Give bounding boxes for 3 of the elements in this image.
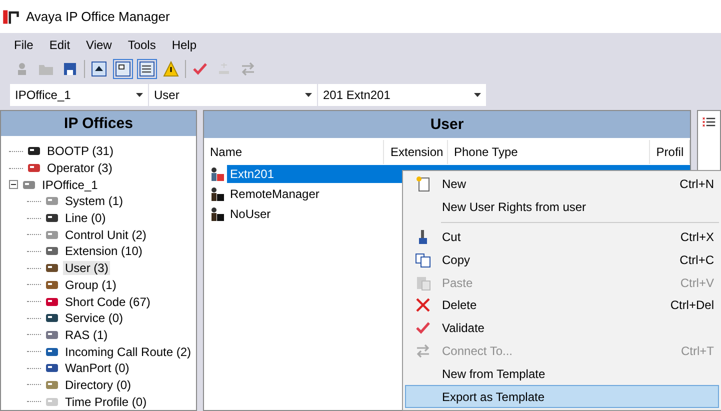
panel-title: IP Offices xyxy=(1,111,196,136)
window-title: Avaya IP Office Manager xyxy=(26,9,170,24)
panel-title: User xyxy=(204,111,690,138)
